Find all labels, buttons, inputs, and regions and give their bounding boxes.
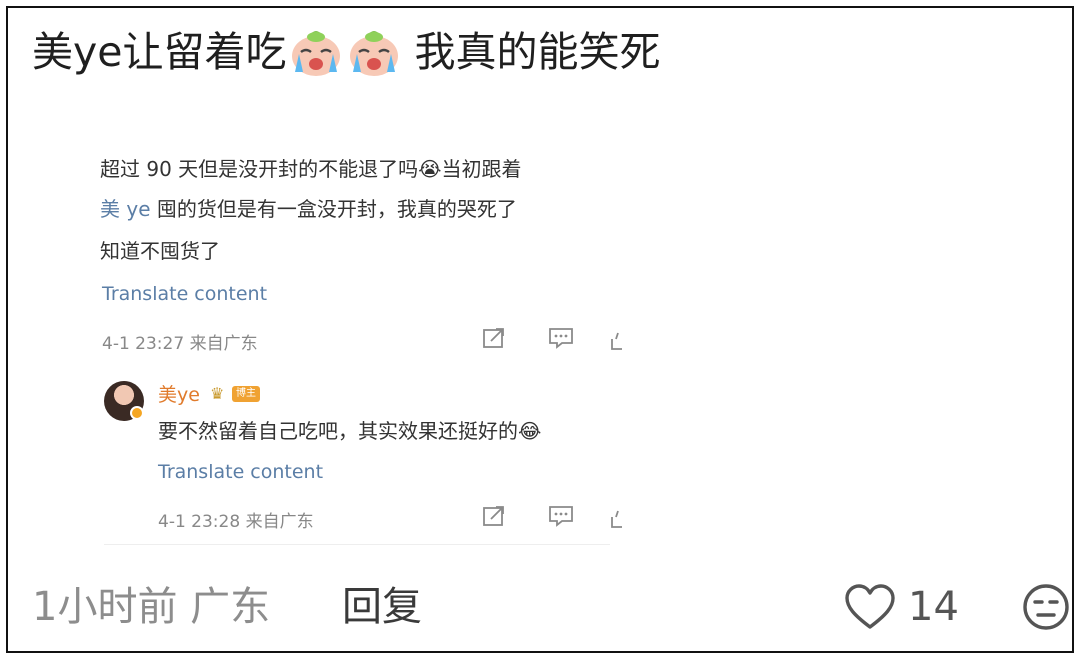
reply-text: 要不然留着自己吃吧，其实效果还挺好的😂 [158,419,542,443]
comment-icon[interactable] [548,327,574,349]
verified-badge-icon [130,406,144,420]
share-icon[interactable] [482,505,506,527]
comment-timestamp: 1小时前 广东 [32,584,271,630]
emoji-reaction-icon[interactable] [1021,582,1071,632]
crying-face-icon [347,26,401,78]
comment-card: 美ye让留着吃 我真的能笑死 超过 90 天但是没开封的不能退了吗😭当初跟着 美… [6,6,1074,653]
embedded-screenshot: 超过 90 天但是没开封的不能退了吗😭当初跟着 美 ye 囤的货但是有一盒没开封… [90,133,624,553]
quoted-comment-line-2: 美 ye 囤的货但是有一盒没开封，我真的哭死了 [100,195,517,223]
quoted-comment-text: 囤的货但是有一盒没开封，我真的哭死了 [150,197,517,221]
mention-username[interactable]: 美 ye [100,197,151,221]
reply-button[interactable]: 回复 [342,582,422,632]
quoted-comment-line-1: 超过 90 天但是没开封的不能退了吗😭当初跟着 [100,157,522,181]
like-count: 14 [908,584,959,630]
crying-face-icon [289,26,343,78]
translate-link[interactable]: Translate content [158,461,323,483]
like-icon[interactable] [610,331,624,351]
divider [104,544,610,545]
comment-meta: 4-1 23:27 来自广东 [102,334,258,354]
comment-text: 美ye让留着吃 我真的能笑死 [32,20,661,84]
reply-meta: 4-1 23:28 来自广东 [158,512,314,532]
heart-icon[interactable] [844,583,896,631]
comment-text-end: 我真的能笑死 [414,28,661,76]
quoted-comment-line-3: 知道不囤货了 [100,239,220,263]
crown-icon: ♛ [210,384,225,403]
author-badge: 博主 [232,386,260,402]
share-icon[interactable] [482,327,506,349]
like-icon[interactable] [610,509,624,529]
translate-link[interactable]: Translate content [102,283,267,305]
comment-text-start: 美ye让留着吃 [32,28,287,76]
comment-icon[interactable] [548,505,574,527]
reply-username[interactable]: 美ye [158,380,200,407]
